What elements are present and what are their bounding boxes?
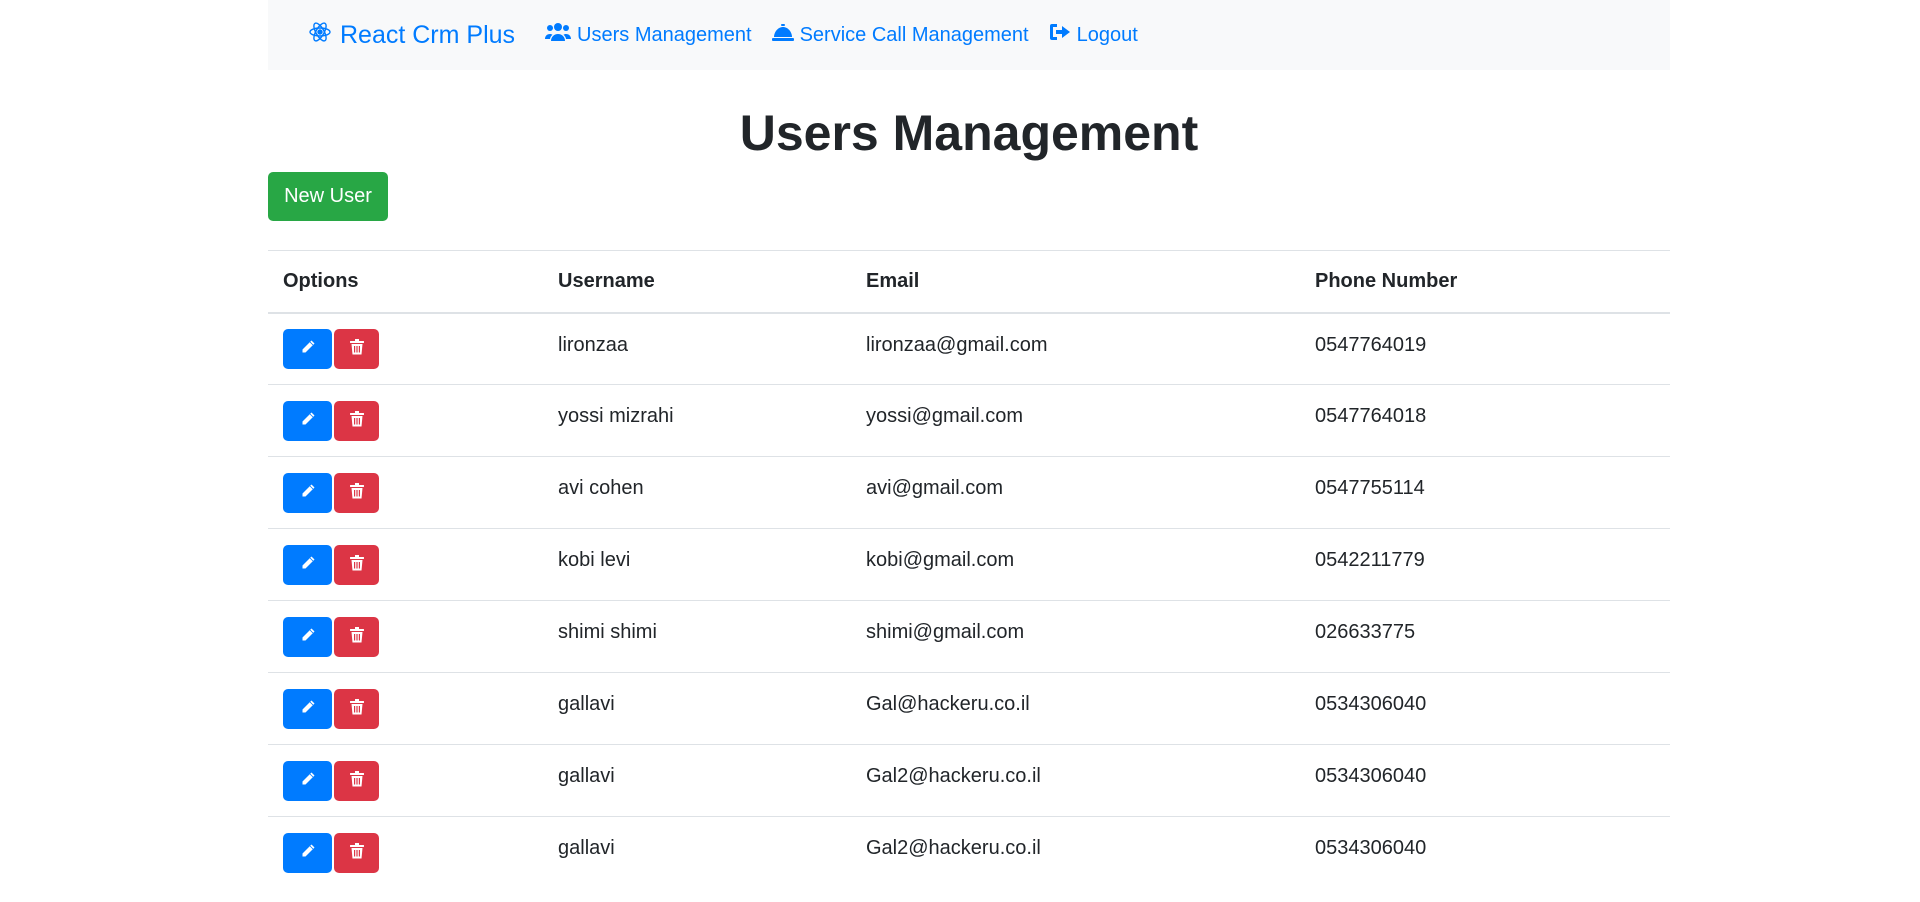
edit-user-button[interactable] bbox=[283, 328, 332, 369]
options-cell bbox=[268, 528, 543, 601]
brand-link[interactable]: React Crm Plus bbox=[308, 20, 515, 51]
pencil-icon bbox=[300, 555, 316, 574]
page-title: Users Management bbox=[739, 105, 1199, 161]
header-options: Options bbox=[268, 250, 543, 314]
options-cell bbox=[268, 456, 543, 529]
options-cell bbox=[268, 600, 543, 673]
username-cell: avi cohen bbox=[543, 456, 851, 529]
trash-icon bbox=[349, 339, 364, 358]
trash-icon bbox=[349, 771, 364, 790]
edit-user-button[interactable] bbox=[283, 832, 332, 873]
pencil-icon bbox=[300, 843, 316, 862]
nav-link-label: Service Call Management bbox=[799, 23, 1029, 46]
edit-user-button[interactable] bbox=[283, 616, 332, 657]
users-table: Options Username Email Phone Number liro… bbox=[268, 250, 1670, 889]
users-icon bbox=[545, 22, 577, 48]
email-cell: Gal@hackeru.co.il bbox=[851, 672, 1300, 745]
options-cell bbox=[268, 816, 543, 889]
pencil-icon bbox=[300, 627, 316, 646]
email-cell: avi@gmail.com bbox=[851, 456, 1300, 529]
header-username: Username bbox=[543, 250, 851, 314]
trash-icon bbox=[349, 627, 364, 646]
email-cell: kobi@gmail.com bbox=[851, 528, 1300, 601]
phone-cell: 0534306040 bbox=[1300, 672, 1670, 745]
trash-icon bbox=[349, 483, 364, 502]
trash-icon bbox=[349, 699, 364, 718]
phone-cell: 0547764018 bbox=[1300, 384, 1670, 457]
table-row: yossi mizrahi yossi@gmail.com 0547764018 bbox=[268, 384, 1670, 457]
username-cell: gallavi bbox=[543, 744, 851, 817]
phone-cell: 0547755114 bbox=[1300, 456, 1670, 529]
email-cell: Gal2@hackeru.co.il bbox=[851, 816, 1300, 889]
pencil-icon bbox=[300, 411, 316, 430]
table-row: lironzaa lironzaa@gmail.com 0547764019 bbox=[268, 313, 1670, 385]
nav-link-label: Logout bbox=[1076, 23, 1138, 46]
nav-service-call-management[interactable]: Service Call Management bbox=[771, 22, 1029, 48]
delete-user-button[interactable] bbox=[334, 400, 379, 441]
username-cell: gallavi bbox=[543, 672, 851, 745]
trash-icon bbox=[349, 411, 364, 430]
phone-cell: 0542211779 bbox=[1300, 528, 1670, 601]
table-row: kobi levi kobi@gmail.com 0542211779 bbox=[268, 528, 1670, 601]
pencil-icon bbox=[300, 483, 316, 502]
edit-user-button[interactable] bbox=[283, 688, 332, 729]
new-user-button[interactable]: New User bbox=[268, 172, 388, 221]
header-email: Email bbox=[851, 250, 1300, 314]
phone-cell: 0534306040 bbox=[1300, 744, 1670, 817]
table-row: gallavi Gal2@hackeru.co.il 0534306040 bbox=[268, 744, 1670, 817]
options-cell bbox=[268, 313, 543, 385]
email-cell: shimi@gmail.com bbox=[851, 600, 1300, 673]
delete-user-button[interactable] bbox=[334, 688, 379, 729]
username-cell: kobi levi bbox=[543, 528, 851, 601]
phone-cell: 0547764019 bbox=[1315, 333, 1427, 356]
table-row: avi cohen avi@gmail.com 0547755114 bbox=[268, 456, 1670, 529]
pencil-icon bbox=[300, 339, 316, 358]
pencil-icon bbox=[300, 699, 316, 718]
pencil-icon bbox=[300, 771, 316, 790]
username-cell: yossi mizrahi bbox=[543, 384, 851, 457]
header-phone-number: Phone Number bbox=[1300, 250, 1670, 314]
delete-user-button[interactable] bbox=[334, 832, 379, 873]
sign-out-icon bbox=[1049, 22, 1077, 48]
options-cell bbox=[268, 744, 543, 817]
delete-user-button[interactable] bbox=[334, 472, 379, 513]
phone-cell: 0534306040 bbox=[1300, 816, 1670, 889]
nav-link-label: Users Management bbox=[577, 23, 752, 46]
username-cell: gallavi bbox=[543, 816, 851, 889]
username-cell: lironzaa bbox=[558, 333, 629, 356]
edit-user-button[interactable] bbox=[283, 472, 332, 513]
page-container: React Crm Plus Users Management Service … bbox=[268, 0, 1670, 889]
delete-user-button[interactable] bbox=[334, 328, 379, 369]
react-atom-icon bbox=[308, 20, 340, 51]
nav-users-management[interactable]: Users Management bbox=[545, 22, 752, 48]
email-cell: lironzaa@gmail.com bbox=[866, 333, 1048, 356]
service-bell-icon bbox=[771, 22, 800, 48]
trash-icon bbox=[349, 843, 364, 862]
delete-user-button[interactable] bbox=[334, 616, 379, 657]
navbar: React Crm Plus Users Management Service … bbox=[268, 0, 1670, 70]
table-row: gallavi Gal2@hackeru.co.il 0534306040 bbox=[268, 816, 1670, 889]
phone-cell: 026633775 bbox=[1300, 600, 1670, 673]
edit-user-button[interactable] bbox=[283, 760, 332, 801]
table-row: shimi shimi shimi@gmail.com 026633775 bbox=[268, 600, 1670, 673]
brand-label: React Crm Plus bbox=[340, 20, 516, 49]
email-cell: Gal2@hackeru.co.il bbox=[851, 744, 1300, 817]
edit-user-button[interactable] bbox=[283, 544, 332, 585]
options-cell bbox=[268, 672, 543, 745]
delete-user-button[interactable] bbox=[334, 544, 379, 585]
trash-icon bbox=[349, 555, 364, 574]
table-body: lironzaa lironzaa@gmail.com 0547764019 yoss… bbox=[268, 313, 1670, 889]
delete-user-button[interactable] bbox=[334, 760, 379, 801]
username-cell: shimi shimi bbox=[543, 600, 851, 673]
options-cell bbox=[268, 384, 543, 457]
nav-logout[interactable]: Logout bbox=[1049, 22, 1138, 48]
table-header-row: Options Username Email Phone Number bbox=[268, 250, 1670, 314]
email-cell: yossi@gmail.com bbox=[851, 384, 1300, 457]
table-row: gallavi Gal@hackeru.co.il 0534306040 bbox=[268, 672, 1670, 745]
edit-user-button[interactable] bbox=[283, 400, 332, 441]
